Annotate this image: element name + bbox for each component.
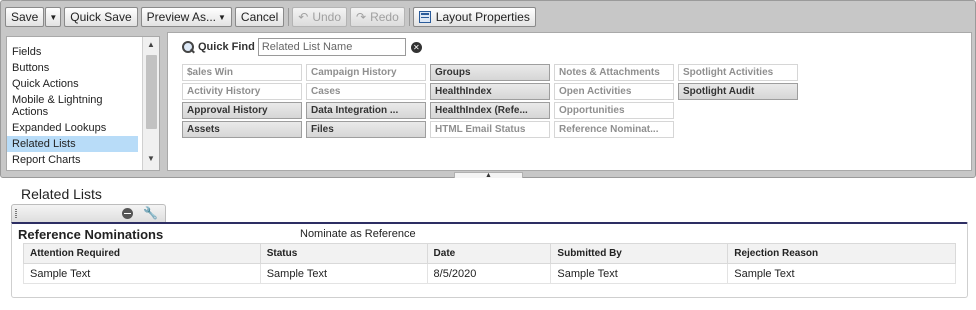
save-button[interactable]: Save: [5, 7, 45, 27]
chevron-up-icon: ▲: [485, 172, 492, 179]
editor-toolbar: Save ▼ Quick Save Preview As... ▼ Cancel …: [5, 6, 539, 28]
section-title: Related Lists: [21, 186, 102, 202]
scroll-up-arrow-icon[interactable]: ▲: [143, 38, 159, 52]
scroll-thumb[interactable]: [146, 55, 157, 129]
redo-button[interactable]: ↷ Redo: [350, 7, 405, 27]
chevron-down-icon: ▼: [218, 12, 226, 22]
search-icon: [182, 40, 195, 54]
palette-category-fields[interactable]: Fields: [7, 44, 138, 60]
palette-item-spotlight-activities[interactable]: Spotlight Activities: [678, 64, 798, 81]
table-cell: Sample Text: [259, 263, 428, 284]
palette-item-data-integration[interactable]: Data Integration ...: [306, 102, 426, 119]
toolbar-divider: [288, 8, 290, 26]
table-row: Sample Text Sample Text 8/5/2020 Sample …: [23, 263, 956, 284]
palette-category-quick-actions[interactable]: Quick Actions: [7, 76, 138, 92]
palette-item-notes-attachments[interactable]: Notes & Attachments: [554, 64, 674, 81]
preview-as-button[interactable]: Preview As... ▼: [140, 7, 232, 27]
column-header-attention-required: Attention Required: [23, 243, 261, 264]
palette-category-report-charts[interactable]: Report Charts: [7, 152, 138, 168]
palette-item-healthindex-reference[interactable]: HealthIndex (Refe...: [430, 102, 550, 119]
quick-save-button[interactable]: Quick Save: [64, 7, 138, 27]
palette-category-expanded-lookups[interactable]: Expanded Lookups: [7, 120, 138, 136]
undo-button[interactable]: ↶ Undo: [292, 7, 348, 27]
palette-item-sales-win[interactable]: $ales Win: [182, 64, 302, 81]
palette-items-area: Quick Find ✕ $ales Win Campaign History …: [167, 32, 972, 171]
table-cell: Sample Text: [727, 263, 956, 284]
palette-list-scrollbar[interactable]: ▲ ▼: [142, 37, 159, 170]
undo-icon: ↶: [298, 10, 309, 24]
palette-category-mobile-lightning-actions[interactable]: Mobile & Lightning Actions: [7, 92, 138, 120]
nominate-as-reference-button[interactable]: Nominate as Reference: [300, 228, 416, 240]
column-header-status: Status: [259, 243, 428, 264]
scroll-down-arrow-icon[interactable]: ▼: [143, 152, 159, 166]
related-list-title: Reference Nominations: [18, 227, 164, 242]
palette-category-related-lists[interactable]: Related Lists: [7, 136, 138, 152]
palette-item-files[interactable]: Files: [306, 121, 426, 138]
palette-item-opportunities[interactable]: Opportunities: [554, 102, 674, 119]
save-dropdown-button[interactable]: ▼: [45, 7, 62, 27]
table-cell: 8/5/2020: [426, 263, 552, 284]
redo-label: Redo: [370, 10, 399, 24]
palette-category-buttons[interactable]: Buttons: [7, 60, 138, 76]
layout-properties-button[interactable]: Layout Properties: [412, 7, 536, 27]
drag-handle-icon[interactable]: [15, 209, 17, 218]
clear-search-icon[interactable]: ✕: [410, 41, 422, 53]
palette-item-campaign-history[interactable]: Campaign History: [306, 64, 426, 81]
toolbar-divider: [408, 8, 410, 26]
related-list-section-tab[interactable]: 🔧: [11, 204, 166, 222]
quick-find-label: Quick Find: [198, 41, 255, 53]
layout-properties-icon: [418, 11, 431, 23]
column-header-submitted-by: Submitted By: [550, 243, 729, 264]
remove-icon[interactable]: [122, 208, 133, 219]
preview-as-label: Preview As...: [146, 10, 216, 24]
palette-item-healthindex[interactable]: HealthIndex: [430, 83, 550, 100]
chevron-down-icon: ▼: [49, 12, 58, 22]
related-list-preview: Reference Nominations Nominate as Refere…: [11, 222, 968, 298]
palette-item-activity-history[interactable]: Activity History: [182, 83, 302, 100]
palette-item-spotlight-audit[interactable]: Spotlight Audit: [678, 83, 798, 100]
table-cell: Sample Text: [550, 263, 729, 284]
palette-item-html-email-status[interactable]: HTML Email Status: [430, 121, 550, 138]
palette-item-reference-nominations[interactable]: Reference Nominat...: [554, 121, 674, 138]
table-cell: Sample Text: [23, 263, 261, 284]
palette-item-approval-history[interactable]: Approval History: [182, 102, 302, 119]
redo-icon: ↷: [356, 10, 367, 24]
page-layout-editor: Save ▼ Quick Save Preview As... ▼ Cancel …: [0, 0, 976, 179]
palette-item-assets[interactable]: Assets: [182, 121, 302, 138]
column-header-date: Date: [426, 243, 552, 264]
palette-item-open-activities[interactable]: Open Activities: [554, 83, 674, 100]
collapse-palette-handle[interactable]: ▲: [454, 172, 523, 179]
quick-find: Quick Find ✕: [182, 38, 422, 56]
quick-find-input[interactable]: [257, 38, 406, 56]
layout-properties-label: Layout Properties: [435, 10, 530, 24]
wrench-icon[interactable]: 🔧: [143, 207, 158, 220]
palette-item-groups[interactable]: Groups: [430, 64, 550, 81]
column-header-rejection-reason: Rejection Reason: [727, 243, 956, 264]
related-list-table: Attention Required Status Date Submitted…: [23, 243, 956, 284]
cancel-button[interactable]: Cancel: [234, 7, 285, 27]
palette-category-list: Fields Buttons Quick Actions Mobile & Li…: [6, 36, 160, 171]
undo-label: Undo: [312, 10, 342, 24]
palette-item-cases[interactable]: Cases: [306, 83, 426, 100]
table-header-row: Attention Required Status Date Submitted…: [23, 243, 956, 264]
palette-item-grid: $ales Win Campaign History Groups Notes …: [182, 63, 802, 139]
